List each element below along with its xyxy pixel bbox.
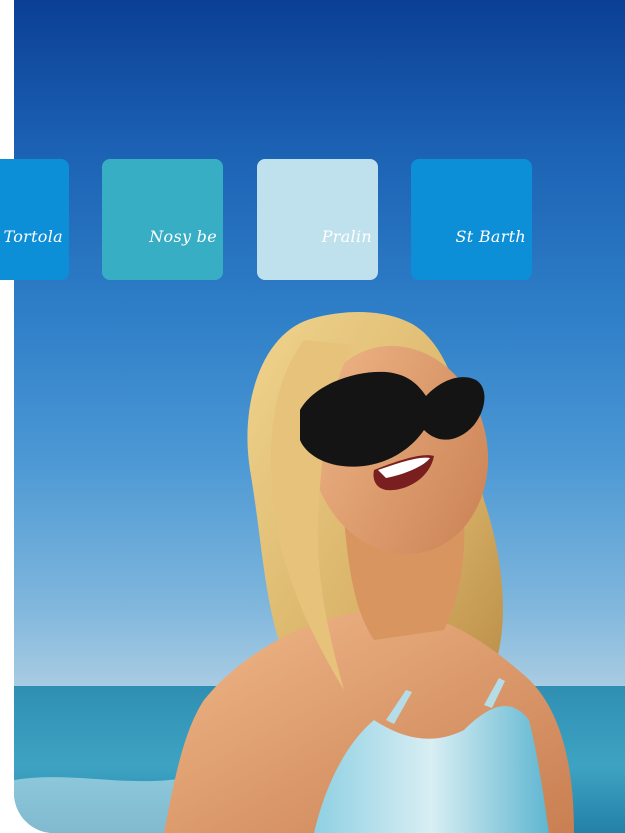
destination-tile-nosy-be[interactable]: Nosy be [102,159,223,280]
destination-label: Nosy be [149,227,217,246]
beach-photo [14,0,625,833]
destination-tile-st-barth[interactable]: St Barth [411,159,532,280]
destination-label: Pralin [321,227,372,246]
brochure-page: Tortola Nosy be Pralin St Barth [0,0,625,833]
destination-tile-tortola[interactable]: Tortola [0,159,69,280]
destination-label: St Barth [455,227,526,246]
photo-illustration [14,312,625,833]
destination-label: Tortola [3,227,63,246]
destination-tile-pralin[interactable]: Pralin [257,159,378,280]
